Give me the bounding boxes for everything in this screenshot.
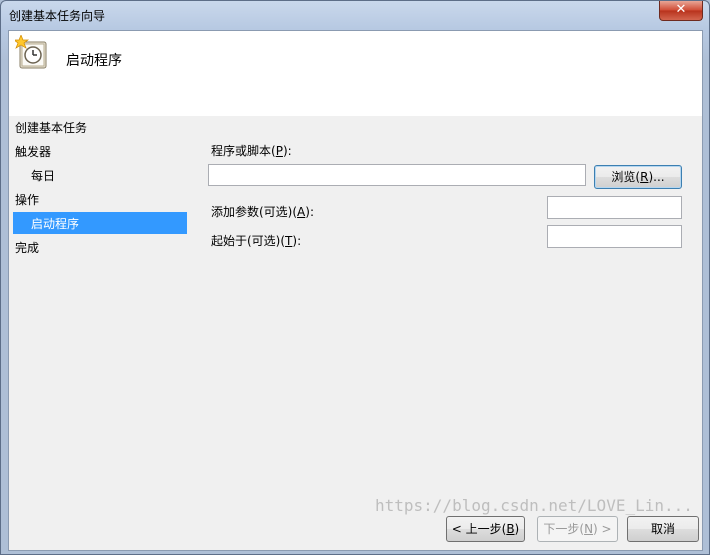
steps-heading: 创建基本任务 [15,121,88,135]
program-label: 程序或脚本(P): [211,144,292,158]
arguments-input[interactable] [547,196,682,219]
step-start-program[interactable]: 启动程序 [13,212,187,234]
step-start-program-label: 启动程序 [31,217,80,231]
back-button[interactable]: < 上一步(B) [446,516,525,542]
page-title: 启动程序 [66,53,122,69]
wizard-client: 启动程序 创建基本任务 触发器 每日 操作 启动程序 完成 程序或脚本(P): … [8,30,703,551]
title-bar[interactable]: 创建基本任务向导 ✕ [1,1,709,29]
wizard-header: 启动程序 [9,31,702,116]
step-action[interactable]: 操作 [15,191,39,208]
wizard-window: 创建基本任务向导 ✕ 启动程序 创建基本任务 触发器 每日 操作 启动程序 完成… [0,0,710,555]
cancel-button[interactable]: 取消 [627,516,699,542]
close-button[interactable]: ✕ [659,1,703,21]
step-daily[interactable]: 每日 [31,167,55,184]
start-in-label: 起始于(可选)(T): [211,234,302,248]
close-icon: ✕ [675,2,687,17]
window-title: 创建基本任务向导 [9,9,106,23]
arguments-label: 添加参数(可选)(A): [211,205,314,219]
step-finish[interactable]: 完成 [15,239,39,256]
watermark: https://blog.csdn.net/LOVE_Lin... [375,496,693,515]
next-button[interactable]: 下一步(N) > [537,516,618,542]
step-trigger[interactable]: 触发器 [15,143,51,160]
program-input[interactable] [208,164,586,186]
wizard-steps: 创建基本任务 触发器 每日 操作 启动程序 完成 [9,116,189,316]
start-in-input[interactable] [547,225,682,248]
browse-button[interactable]: 浏览(R)... [594,165,682,189]
task-clock-icon [15,35,47,69]
